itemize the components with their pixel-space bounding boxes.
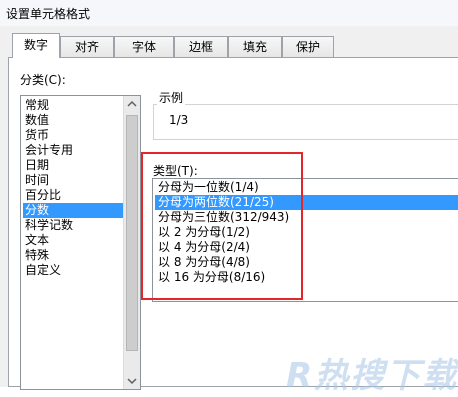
type-label: 类型(T): xyxy=(153,164,198,178)
category-scrollbar[interactable] xyxy=(123,96,140,389)
number-tab-panel: 分类(C): 常规 数值 货币 会计专用 日期 时间 百分比 分数 科学记数 文… xyxy=(8,57,458,390)
category-item-special[interactable]: 特殊 xyxy=(23,248,124,263)
chevron-down-icon xyxy=(127,378,137,385)
sample-group xyxy=(153,104,458,140)
category-item-scientific[interactable]: 科学记数 xyxy=(23,218,124,233)
type-item-halves[interactable]: 以 2 为分母(1/2) xyxy=(155,225,458,240)
category-item-percentage[interactable]: 百分比 xyxy=(23,188,124,203)
watermark-logo: R热搜下载 xyxy=(286,356,458,396)
tab-alignment[interactable]: 对齐 xyxy=(60,36,114,57)
category-item-accounting[interactable]: 会计专用 xyxy=(23,143,124,158)
scroll-thumb[interactable] xyxy=(126,115,138,351)
type-item-one-digit[interactable]: 分母为一位数(1/4) xyxy=(155,180,458,195)
dialog-body: 数字 对齐 字体 边框 填充 保护 分类(C): 常规 数值 货币 会计专用 日… xyxy=(0,26,458,396)
tab-fill[interactable]: 填充 xyxy=(228,36,282,57)
category-item-text[interactable]: 文本 xyxy=(23,233,124,248)
category-item-custom[interactable]: 自定义 xyxy=(23,263,124,278)
type-listbox[interactable]: 分母为一位数(1/4) 分母为两位数(21/25) 分母为三位数(312/943… xyxy=(152,178,458,302)
chevron-up-icon xyxy=(127,100,137,107)
type-item-three-digit[interactable]: 分母为三位数(312/943) xyxy=(155,210,458,225)
category-item-date[interactable]: 日期 xyxy=(23,158,124,173)
type-item-two-digit[interactable]: 分母为两位数(21/25) xyxy=(155,195,458,210)
scroll-down-button[interactable] xyxy=(124,372,140,389)
type-item-quarters[interactable]: 以 4 为分母(2/4) xyxy=(155,240,458,255)
tab-font[interactable]: 字体 xyxy=(114,36,174,57)
sample-label: 示例 xyxy=(157,89,186,106)
tab-border[interactable]: 边框 xyxy=(174,36,228,57)
category-label: 分类(C): xyxy=(20,73,66,87)
scroll-up-button[interactable] xyxy=(124,96,140,113)
type-item-eighths[interactable]: 以 8 为分母(4/8) xyxy=(155,255,458,270)
category-item-fraction[interactable]: 分数 xyxy=(23,203,124,218)
category-item-number[interactable]: 数值 xyxy=(23,113,124,128)
category-listbox[interactable]: 常规 数值 货币 会计专用 日期 时间 百分比 分数 科学记数 文本 特殊 自定… xyxy=(20,95,141,390)
window-title: 设置单元格格式 xyxy=(6,7,91,21)
category-item-currency[interactable]: 货币 xyxy=(23,128,124,143)
category-item-time[interactable]: 时间 xyxy=(23,173,124,188)
tab-protection[interactable]: 保护 xyxy=(282,36,334,57)
sample-value: 1/3 xyxy=(169,113,189,127)
category-item-general[interactable]: 常规 xyxy=(23,98,124,113)
type-item-sixteenths[interactable]: 以 16 为分母(8/16) xyxy=(155,270,458,285)
tab-number[interactable]: 数字 xyxy=(12,33,60,58)
title-bar: 设置单元格格式 xyxy=(0,0,458,27)
